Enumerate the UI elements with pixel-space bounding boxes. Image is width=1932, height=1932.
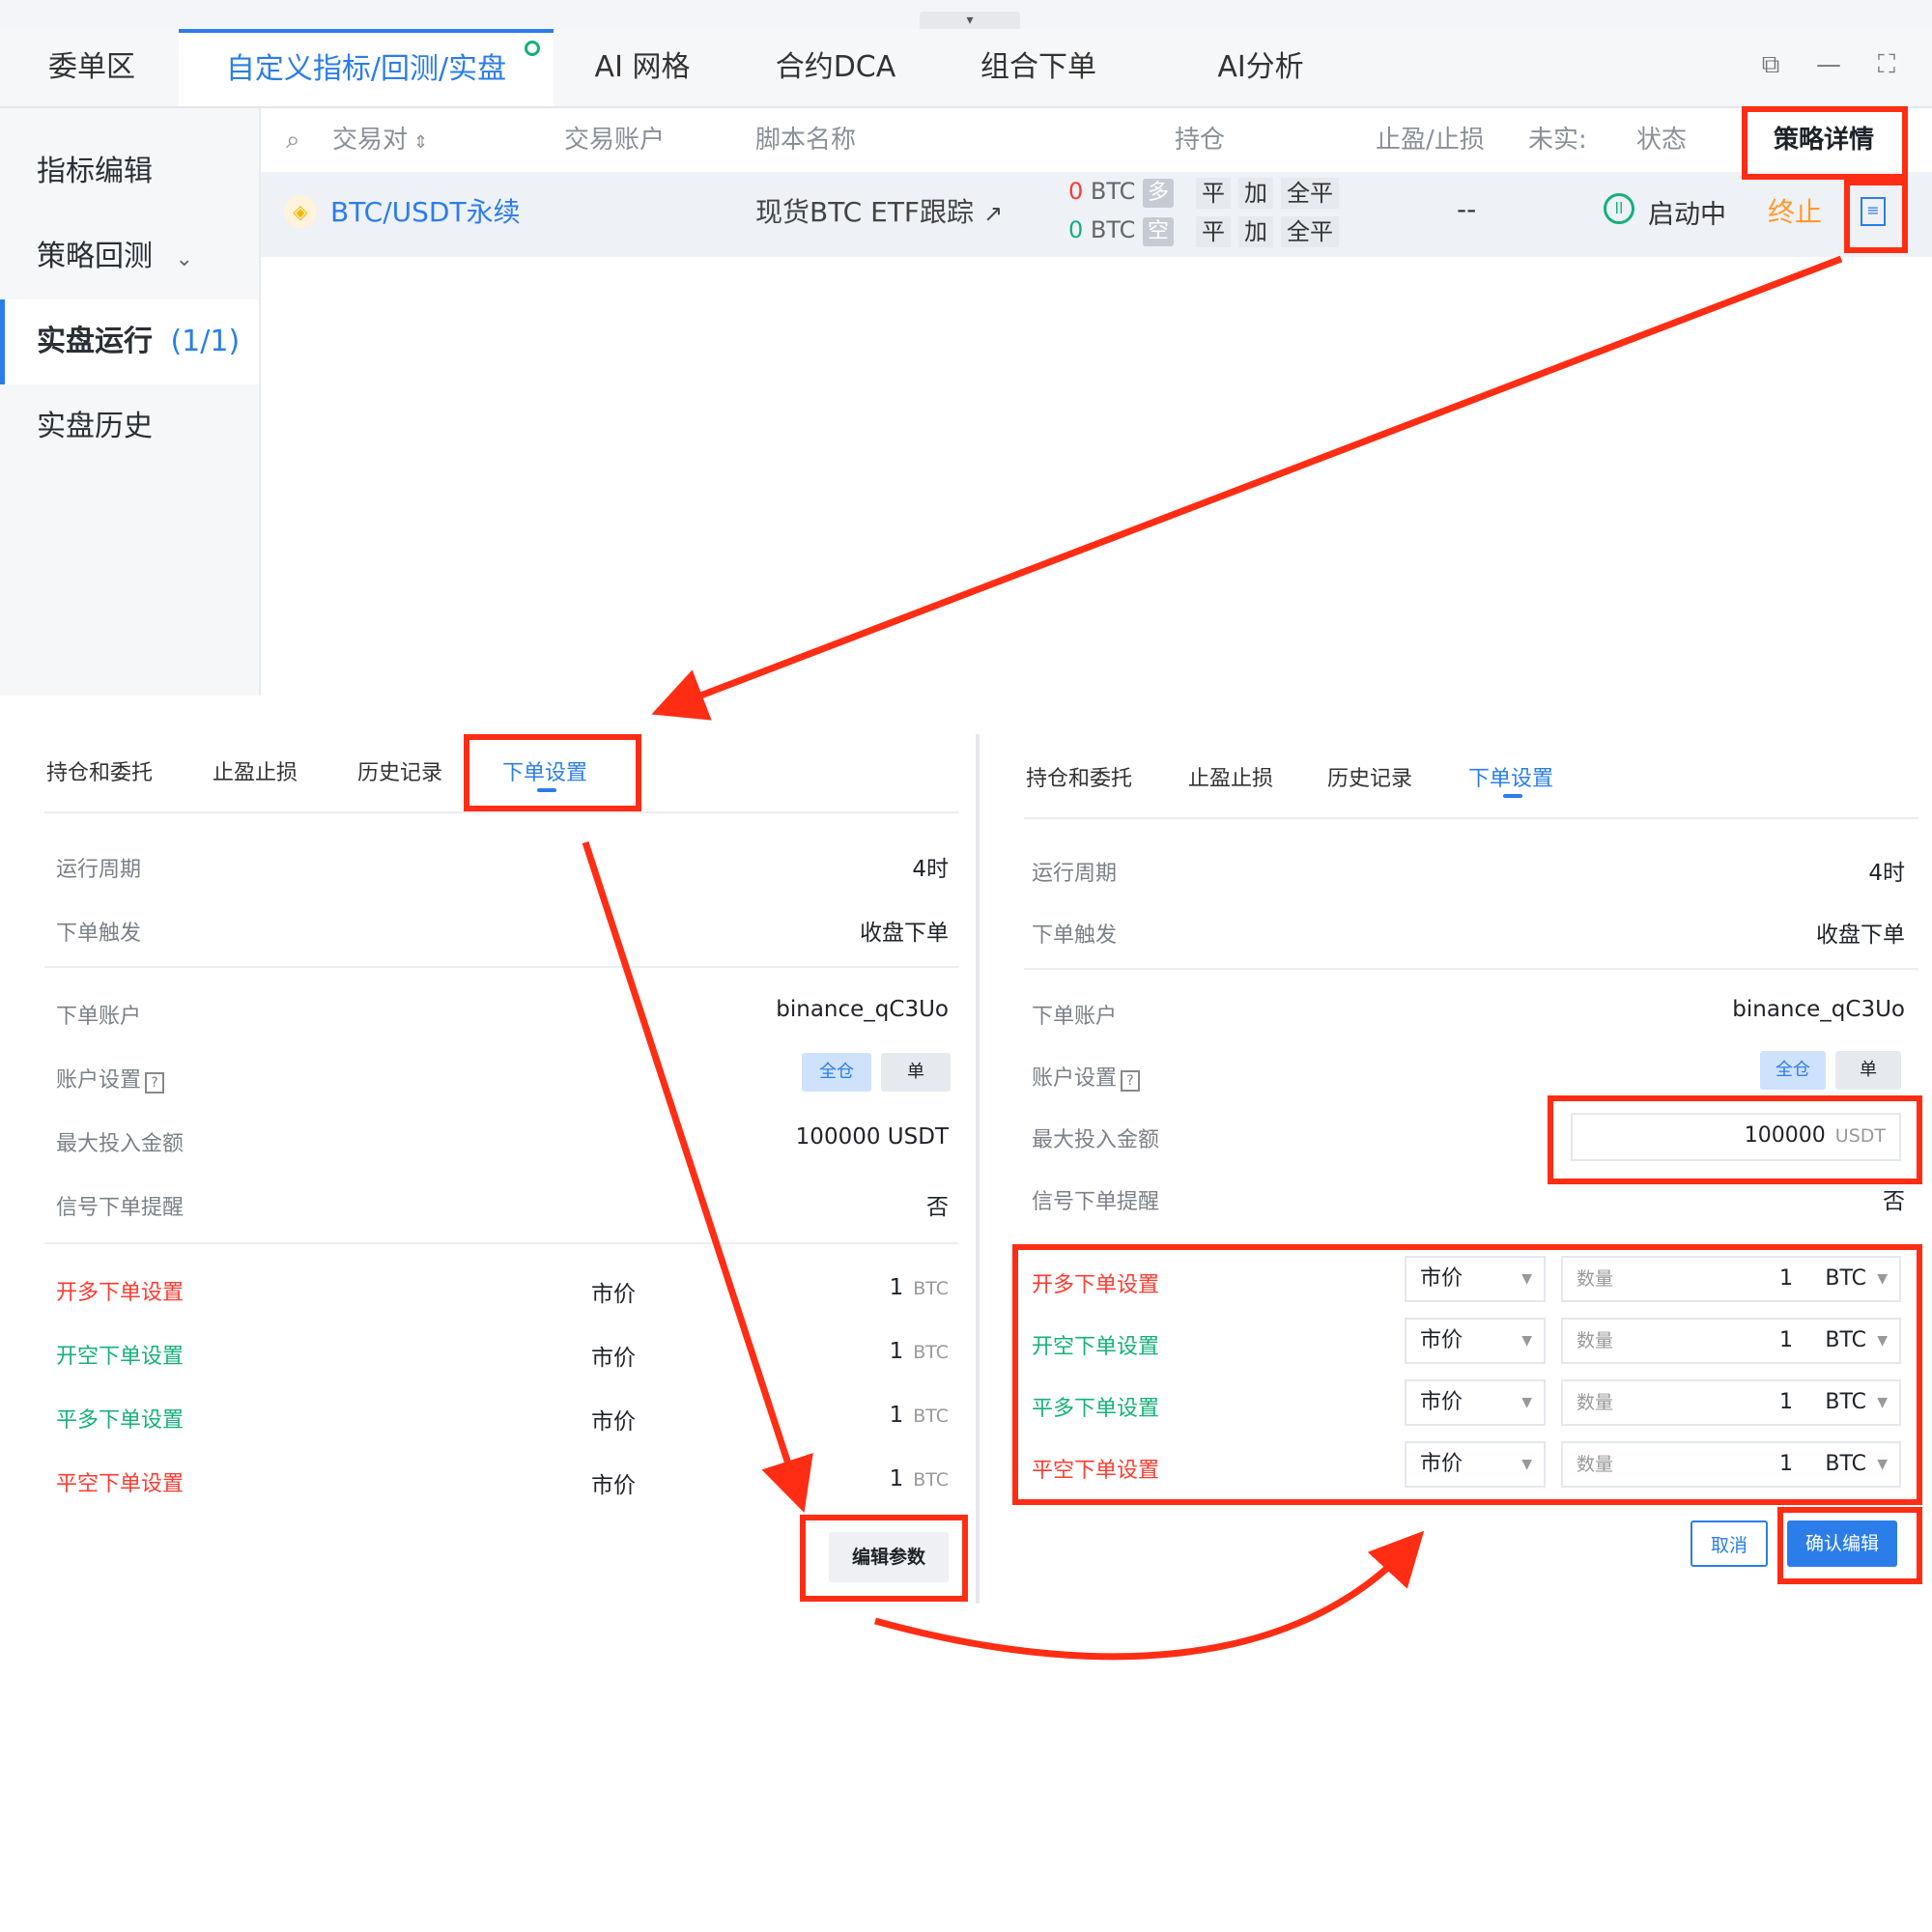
annotation-arrows [582,255,1843,1661]
arrow-to-edit-panel [874,1530,1425,1661]
arrow-to-edit-button [582,840,813,1513]
arrow-to-order-tab [651,255,1843,721]
